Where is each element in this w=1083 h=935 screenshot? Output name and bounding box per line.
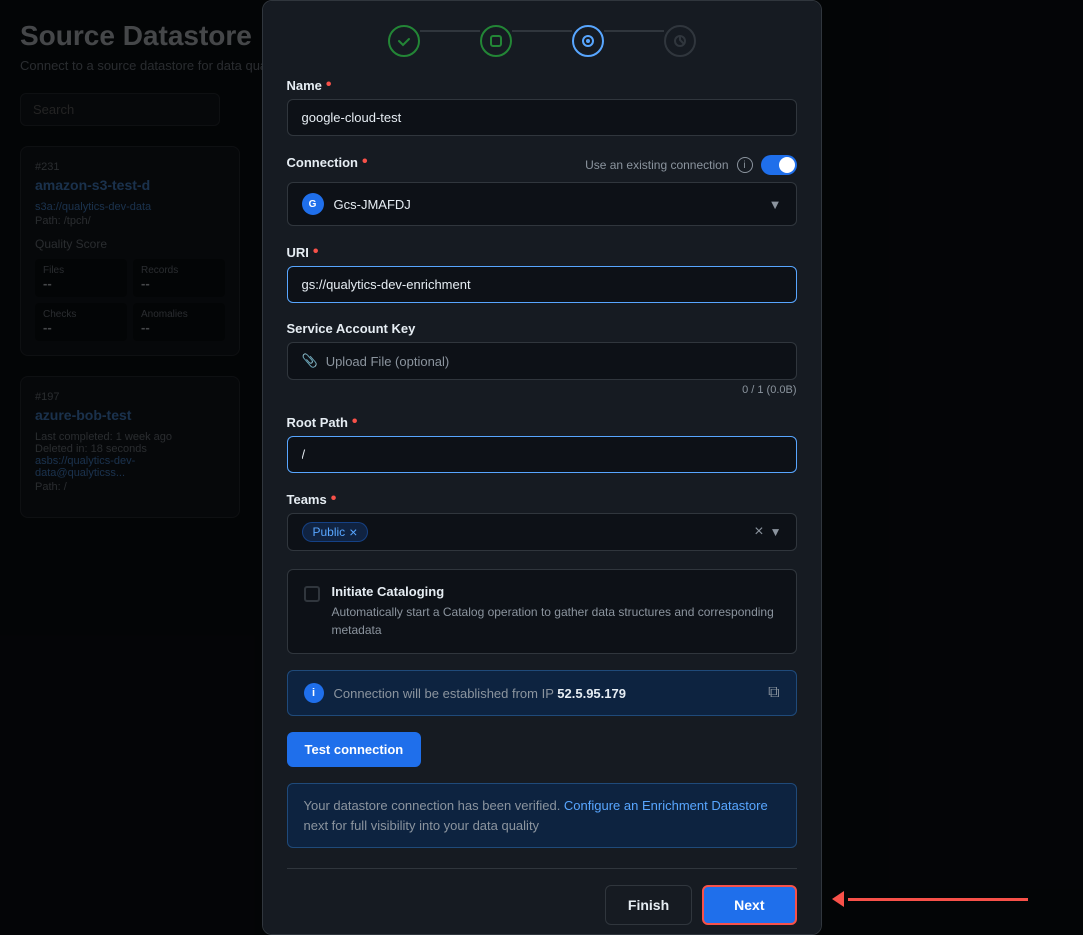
success-message: Your datastore connection has been verif… <box>287 783 797 848</box>
name-label: Name • <box>287 77 797 93</box>
stepper <box>287 25 797 57</box>
uri-required: • <box>313 244 319 260</box>
catalog-text: Initiate Cataloging Automatically start … <box>332 584 780 639</box>
paperclip-icon: 📎 <box>302 353 318 369</box>
configure-enrichment-link[interactable]: Configure an Enrichment Datastore <box>564 798 768 813</box>
name-input[interactable] <box>287 99 797 136</box>
teams-select[interactable]: Public × × ▼ <box>287 513 797 551</box>
modal-dialog: Name • Connection • Use an existing conn… <box>262 0 822 935</box>
connection-chevron-icon: ▼ <box>769 197 782 212</box>
copy-ip-button[interactable]: ⧉ <box>768 684 779 702</box>
step-4-circle <box>664 25 696 57</box>
teams-field-group: Teams • Public × × ▼ <box>287 491 797 551</box>
step-2-circle <box>480 25 512 57</box>
use-existing-info-icon[interactable]: i <box>737 157 753 173</box>
ip-info-text: Connection will be established from IP 5… <box>334 686 626 701</box>
arrow-line <box>848 898 1028 901</box>
step-line-2 <box>512 30 572 32</box>
step-1 <box>388 25 420 57</box>
catalog-description: Automatically start a Catalog operation … <box>332 603 780 639</box>
name-field-group: Name • <box>287 77 797 136</box>
use-existing-toggle-switch[interactable] <box>761 155 797 175</box>
teams-clear-icon[interactable]: × <box>754 523 763 541</box>
uri-label: URI • <box>287 244 797 260</box>
service-account-key-label: Service Account Key <box>287 321 797 336</box>
root-path-field-group: Root Path • <box>287 414 797 473</box>
info-circle-icon: i <box>304 683 324 703</box>
catalog-title: Initiate Cataloging <box>332 584 780 599</box>
initiate-cataloging-checkbox[interactable]: Initiate Cataloging Automatically start … <box>287 569 797 654</box>
modal-footer: Finish Next <box>287 885 797 925</box>
use-existing-toggle[interactable]: Use an existing connection i <box>585 155 796 175</box>
ip-info-left: i Connection will be established from IP… <box>304 683 626 703</box>
success-text: Your datastore connection has been verif… <box>304 798 768 833</box>
connection-field-group: Connection • Use an existing connection … <box>287 154 797 226</box>
connection-label: Connection • <box>287 154 368 170</box>
connection-select[interactable]: G Gcs-JMAFDJ ▼ <box>287 182 797 226</box>
teams-actions: × ▼ <box>754 523 781 541</box>
ip-info-box: i Connection will be established from IP… <box>287 670 797 716</box>
tag-remove-icon[interactable]: × <box>349 525 357 539</box>
checkbox-icon[interactable] <box>304 586 320 602</box>
teams-required: • <box>331 491 337 507</box>
teams-chevron-icon: ▼ <box>770 525 782 539</box>
next-button[interactable]: Next <box>702 885 796 925</box>
file-upload-button[interactable]: 📎 Upload File (optional) <box>287 342 797 380</box>
arrow-head-icon <box>832 891 844 907</box>
step-1-circle <box>388 25 420 57</box>
connection-row: Connection • Use an existing connection … <box>287 154 797 176</box>
arrow-annotation <box>832 891 1028 907</box>
footer-divider <box>287 868 797 869</box>
connection-left: G Gcs-JMAFDJ <box>302 193 411 215</box>
step-3-circle <box>572 25 604 57</box>
name-required: • <box>326 77 332 93</box>
test-connection-button[interactable]: Test connection <box>287 732 422 767</box>
modal-overlay: Name • Connection • Use an existing conn… <box>0 0 1083 935</box>
file-size-label: 0 / 1 (0.0B) <box>287 384 797 396</box>
step-4 <box>664 25 696 57</box>
step-line-1 <box>420 30 480 32</box>
teams-left: Public × <box>302 522 369 542</box>
root-path-input[interactable] <box>287 436 797 473</box>
service-account-key-group: Service Account Key 📎 Upload File (optio… <box>287 321 797 396</box>
root-path-required: • <box>352 414 358 430</box>
uri-field-group: URI • <box>287 244 797 303</box>
uri-input[interactable] <box>287 266 797 303</box>
public-tag: Public × <box>302 522 369 542</box>
finish-button[interactable]: Finish <box>605 885 692 925</box>
root-path-label: Root Path • <box>287 414 797 430</box>
step-line-3 <box>604 30 664 32</box>
step-3 <box>572 25 604 57</box>
ip-address: 52.5.95.179 <box>557 686 626 701</box>
step-2 <box>480 25 512 57</box>
teams-label: Teams • <box>287 491 797 507</box>
connection-required: • <box>362 154 368 170</box>
gcs-icon: G <box>302 193 324 215</box>
